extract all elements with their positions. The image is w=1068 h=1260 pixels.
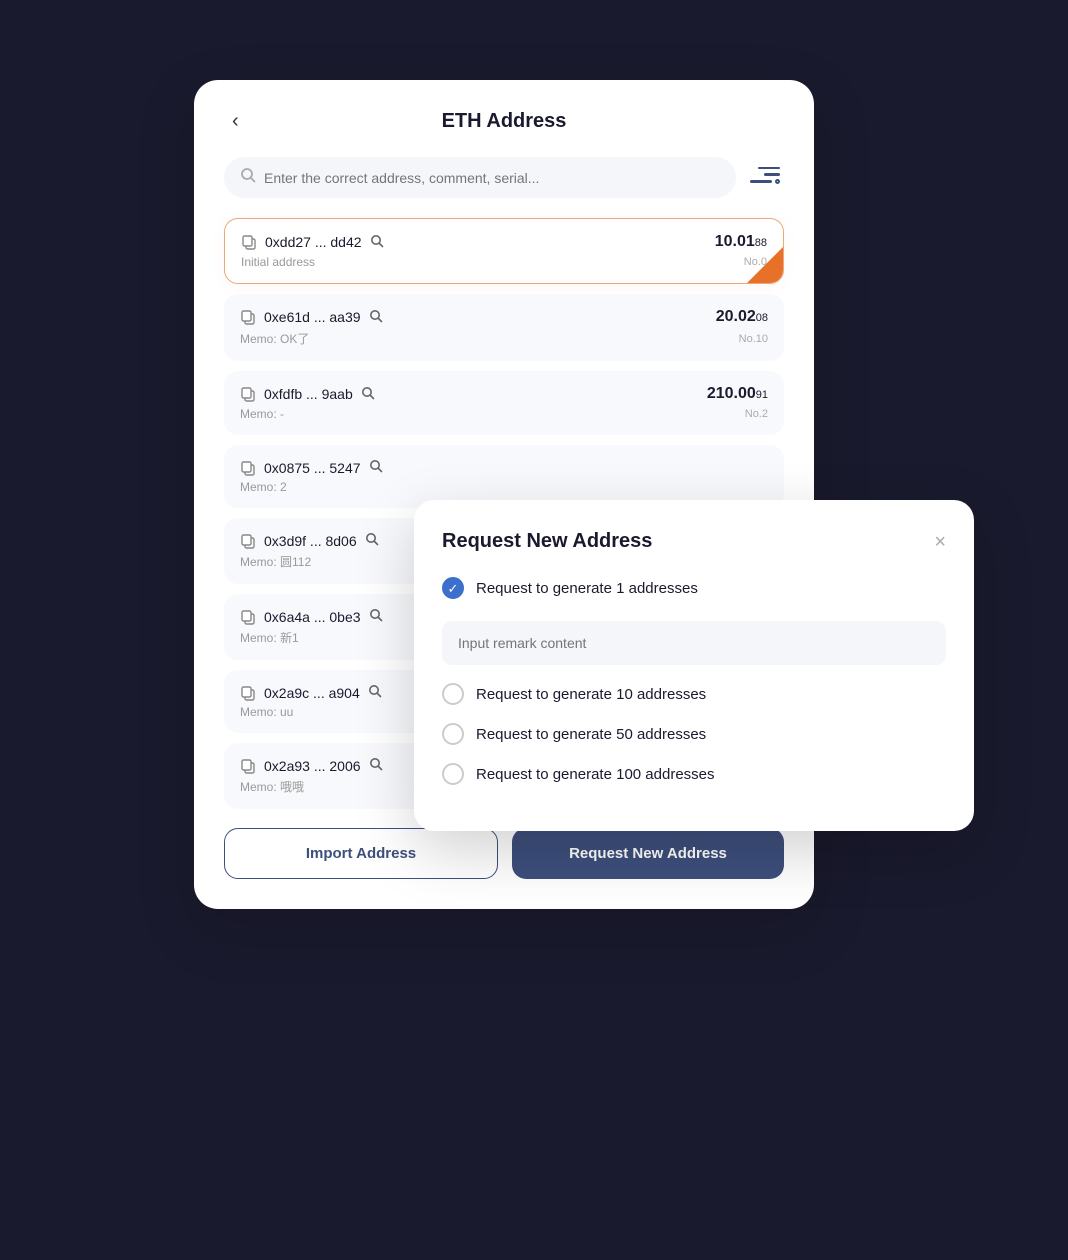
modal-header: Request New Address × bbox=[442, 530, 946, 553]
amount: 210.00 91 bbox=[707, 385, 768, 403]
bottom-buttons: Import Address Request New Address bbox=[224, 828, 784, 879]
copy-icon[interactable] bbox=[240, 609, 256, 625]
radio-label: Request to generate 1 addresses bbox=[476, 580, 698, 597]
filter-button[interactable] bbox=[748, 163, 784, 193]
request-new-address-modal: Request New Address × ✓ Request to gener… bbox=[414, 500, 974, 831]
address-search-icon[interactable] bbox=[370, 234, 384, 251]
search-row bbox=[224, 157, 784, 198]
page-title: ETH Address bbox=[442, 110, 567, 133]
address-left: 0x2a93 ... 2006 bbox=[240, 757, 383, 774]
address-memo: Memo: 新1 bbox=[240, 629, 299, 646]
address-no: No.2 bbox=[745, 408, 768, 420]
address-memo: Memo: - bbox=[240, 407, 284, 421]
modal-title: Request New Address bbox=[442, 530, 652, 553]
address-left: 0x3d9f ... 8d06 bbox=[240, 532, 379, 549]
radio-label: Request to generate 10 addresses bbox=[476, 686, 706, 703]
copy-icon[interactable] bbox=[240, 460, 256, 476]
remark-input[interactable] bbox=[442, 621, 946, 665]
address-left: 0x0875 ... 5247 bbox=[240, 459, 383, 476]
radio-circle bbox=[442, 763, 464, 785]
address-left: 0xe61d ... aa39 bbox=[240, 309, 383, 326]
address-bottom: Memo: - No.2 bbox=[240, 407, 768, 421]
address-memo: Initial address bbox=[241, 255, 315, 269]
address-short: 0xfdfb ... 9aab bbox=[264, 386, 353, 402]
address-left: 0xdd27 ... dd42 bbox=[241, 234, 384, 251]
address-no: No.10 bbox=[739, 333, 768, 345]
address-memo: Memo: 2 bbox=[240, 480, 287, 494]
radio-label: Request to generate 100 addresses bbox=[476, 766, 715, 783]
copy-icon[interactable] bbox=[240, 533, 256, 549]
address-search-icon[interactable] bbox=[369, 757, 383, 774]
address-memo: Memo: OK了 bbox=[240, 330, 309, 347]
copy-icon[interactable] bbox=[241, 234, 257, 250]
address-memo: Memo: 哦哦 bbox=[240, 778, 304, 795]
address-item[interactable]: 0xdd27 ... dd42 10.01 88 Initial address… bbox=[224, 218, 784, 284]
address-left: 0xfdfb ... 9aab bbox=[240, 386, 375, 403]
radio-label: Request to generate 50 addresses bbox=[476, 726, 706, 743]
address-top: 0xe61d ... aa39 20.02 08 bbox=[240, 308, 768, 326]
address-short: 0x2a9c ... a904 bbox=[264, 685, 360, 701]
back-button[interactable]: ‹ bbox=[224, 106, 247, 137]
address-left: 0x6a4a ... 0be3 bbox=[240, 608, 383, 625]
copy-icon[interactable] bbox=[240, 758, 256, 774]
address-search-icon[interactable] bbox=[369, 608, 383, 625]
address-short: 0x0875 ... 5247 bbox=[264, 460, 361, 476]
filter-icon bbox=[752, 167, 780, 189]
address-search-icon[interactable] bbox=[365, 532, 379, 549]
search-input[interactable] bbox=[264, 170, 720, 186]
address-item[interactable]: 0x0875 ... 5247 Memo: 2 bbox=[224, 445, 784, 508]
header: ‹ ETH Address bbox=[224, 110, 784, 133]
radio-circle bbox=[442, 723, 464, 745]
radio-option[interactable]: Request to generate 50 addresses bbox=[442, 723, 946, 745]
radio-circle: ✓ bbox=[442, 577, 464, 599]
address-search-icon[interactable] bbox=[361, 386, 375, 403]
amount: 20.02 08 bbox=[716, 308, 768, 326]
copy-icon[interactable] bbox=[240, 685, 256, 701]
radio-option[interactable]: Request to generate 10 addresses bbox=[442, 683, 946, 705]
copy-icon[interactable] bbox=[240, 386, 256, 402]
active-corner bbox=[747, 247, 783, 283]
address-short: 0xdd27 ... dd42 bbox=[265, 234, 362, 250]
radio-option[interactable]: Request to generate 100 addresses bbox=[442, 763, 946, 785]
address-item[interactable]: 0xe61d ... aa39 20.02 08 Memo: OK了 No.10 bbox=[224, 294, 784, 361]
import-address-button[interactable]: Import Address bbox=[224, 828, 498, 879]
address-short: 0xe61d ... aa39 bbox=[264, 309, 361, 325]
modal-options: ✓ Request to generate 1 addresses Reques… bbox=[442, 577, 946, 785]
request-new-address-button[interactable]: Request New Address bbox=[512, 828, 784, 879]
address-short: 0x2a93 ... 2006 bbox=[264, 758, 361, 774]
address-bottom: Memo: OK了 No.10 bbox=[240, 330, 768, 347]
address-top: 0xdd27 ... dd42 10.01 88 bbox=[241, 233, 767, 251]
search-icon bbox=[240, 167, 256, 188]
address-top: 0x0875 ... 5247 bbox=[240, 459, 768, 476]
radio-check-icon: ✓ bbox=[448, 582, 459, 595]
address-item[interactable]: 0xfdfb ... 9aab 210.00 91 Memo: - No.2 bbox=[224, 371, 784, 435]
radio-circle bbox=[442, 683, 464, 705]
address-search-icon[interactable] bbox=[369, 459, 383, 476]
modal-close-button[interactable]: × bbox=[934, 532, 946, 552]
address-left: 0x2a9c ... a904 bbox=[240, 684, 382, 701]
address-memo: Memo: 圆112 bbox=[240, 553, 311, 570]
address-bottom: Memo: 2 bbox=[240, 480, 768, 494]
copy-icon[interactable] bbox=[240, 309, 256, 325]
radio-option[interactable]: ✓ Request to generate 1 addresses bbox=[442, 577, 946, 599]
address-top: 0xfdfb ... 9aab 210.00 91 bbox=[240, 385, 768, 403]
address-search-icon[interactable] bbox=[368, 684, 382, 701]
address-memo: Memo: uu bbox=[240, 705, 293, 719]
address-short: 0x6a4a ... 0be3 bbox=[264, 609, 361, 625]
address-search-icon[interactable] bbox=[369, 309, 383, 326]
address-short: 0x3d9f ... 8d06 bbox=[264, 533, 357, 549]
search-input-wrap bbox=[224, 157, 736, 198]
address-bottom: Initial address No.0 bbox=[241, 255, 767, 269]
